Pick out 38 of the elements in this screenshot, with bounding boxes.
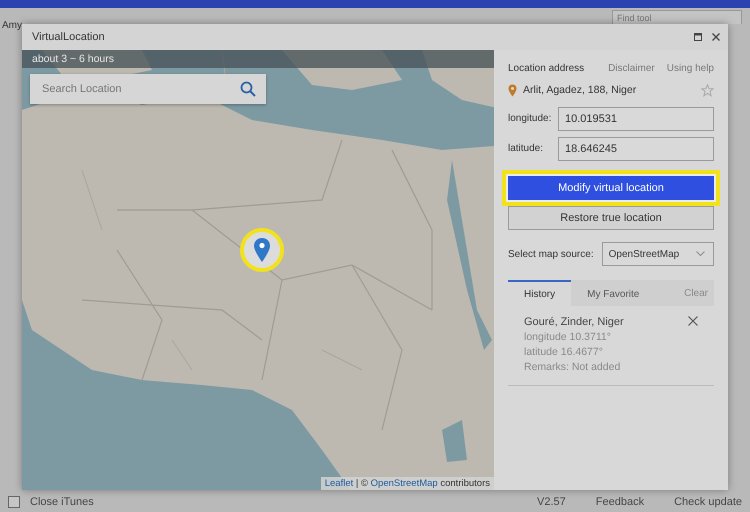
address-text: Arlit, Agadez, 188, Niger — [523, 84, 638, 96]
location-search-field[interactable]: Search Location — [40, 82, 240, 96]
history-latitude: latitude 16.4677° — [524, 346, 604, 358]
close-icon[interactable] — [688, 316, 698, 326]
coordinate-field[interactable]: 10.019531 — [558, 107, 714, 131]
restore-location-button[interactable]: Restore true location — [508, 206, 714, 230]
tool-search-field[interactable]: Find tool — [612, 10, 742, 24]
tab[interactable]: My Favorite — [571, 280, 656, 306]
time-banner: about 3 ~ 6 hours — [22, 50, 494, 68]
section-heading: Location address — [508, 62, 584, 74]
chevron-down-icon — [696, 251, 705, 257]
osm-link[interactable]: OpenStreetMap — [370, 478, 438, 489]
coordinate-field[interactable]: 18.646245 — [558, 137, 714, 161]
leaflet-link[interactable]: Leaflet — [324, 478, 354, 489]
field-label: longitude: — [508, 112, 552, 126]
version-label: V2.57 — [537, 496, 566, 508]
history-longitude: longitude 10.3711° — [524, 331, 612, 343]
map-source-dropdown[interactable]: OpenStreetMap — [602, 242, 714, 266]
window-title: VirtualLocation — [32, 31, 106, 43]
footer-link[interactable]: Check update — [674, 496, 742, 508]
history-remarks: Remarks: Not added — [524, 361, 622, 373]
history-place[interactable]: Gouré, Zinder, Niger — [524, 316, 684, 328]
search-icon[interactable] — [240, 81, 256, 97]
maximize-icon[interactable] — [694, 33, 702, 41]
checkbox[interactable] — [8, 496, 20, 508]
tab[interactable]: History — [508, 280, 572, 306]
modify-location-button[interactable]: Modify virtual location — [508, 176, 714, 200]
header-tab[interactable]: Amy — [2, 20, 22, 31]
location-pin-icon — [508, 84, 517, 96]
close-icon[interactable] — [712, 33, 720, 41]
search-bar[interactable]: Search Location — [30, 74, 266, 104]
field-label: latitude: — [508, 142, 544, 156]
field-label: Select map source: — [508, 248, 594, 260]
map-pin-icon[interactable] — [253, 237, 271, 263]
map-attribution: Leaflet | © OpenStreetMap contributors — [320, 477, 494, 490]
checkbox-label: Close iTunes — [30, 496, 94, 508]
footer-link[interactable]: Feedback — [596, 496, 644, 508]
star-icon[interactable] — [701, 84, 714, 96]
